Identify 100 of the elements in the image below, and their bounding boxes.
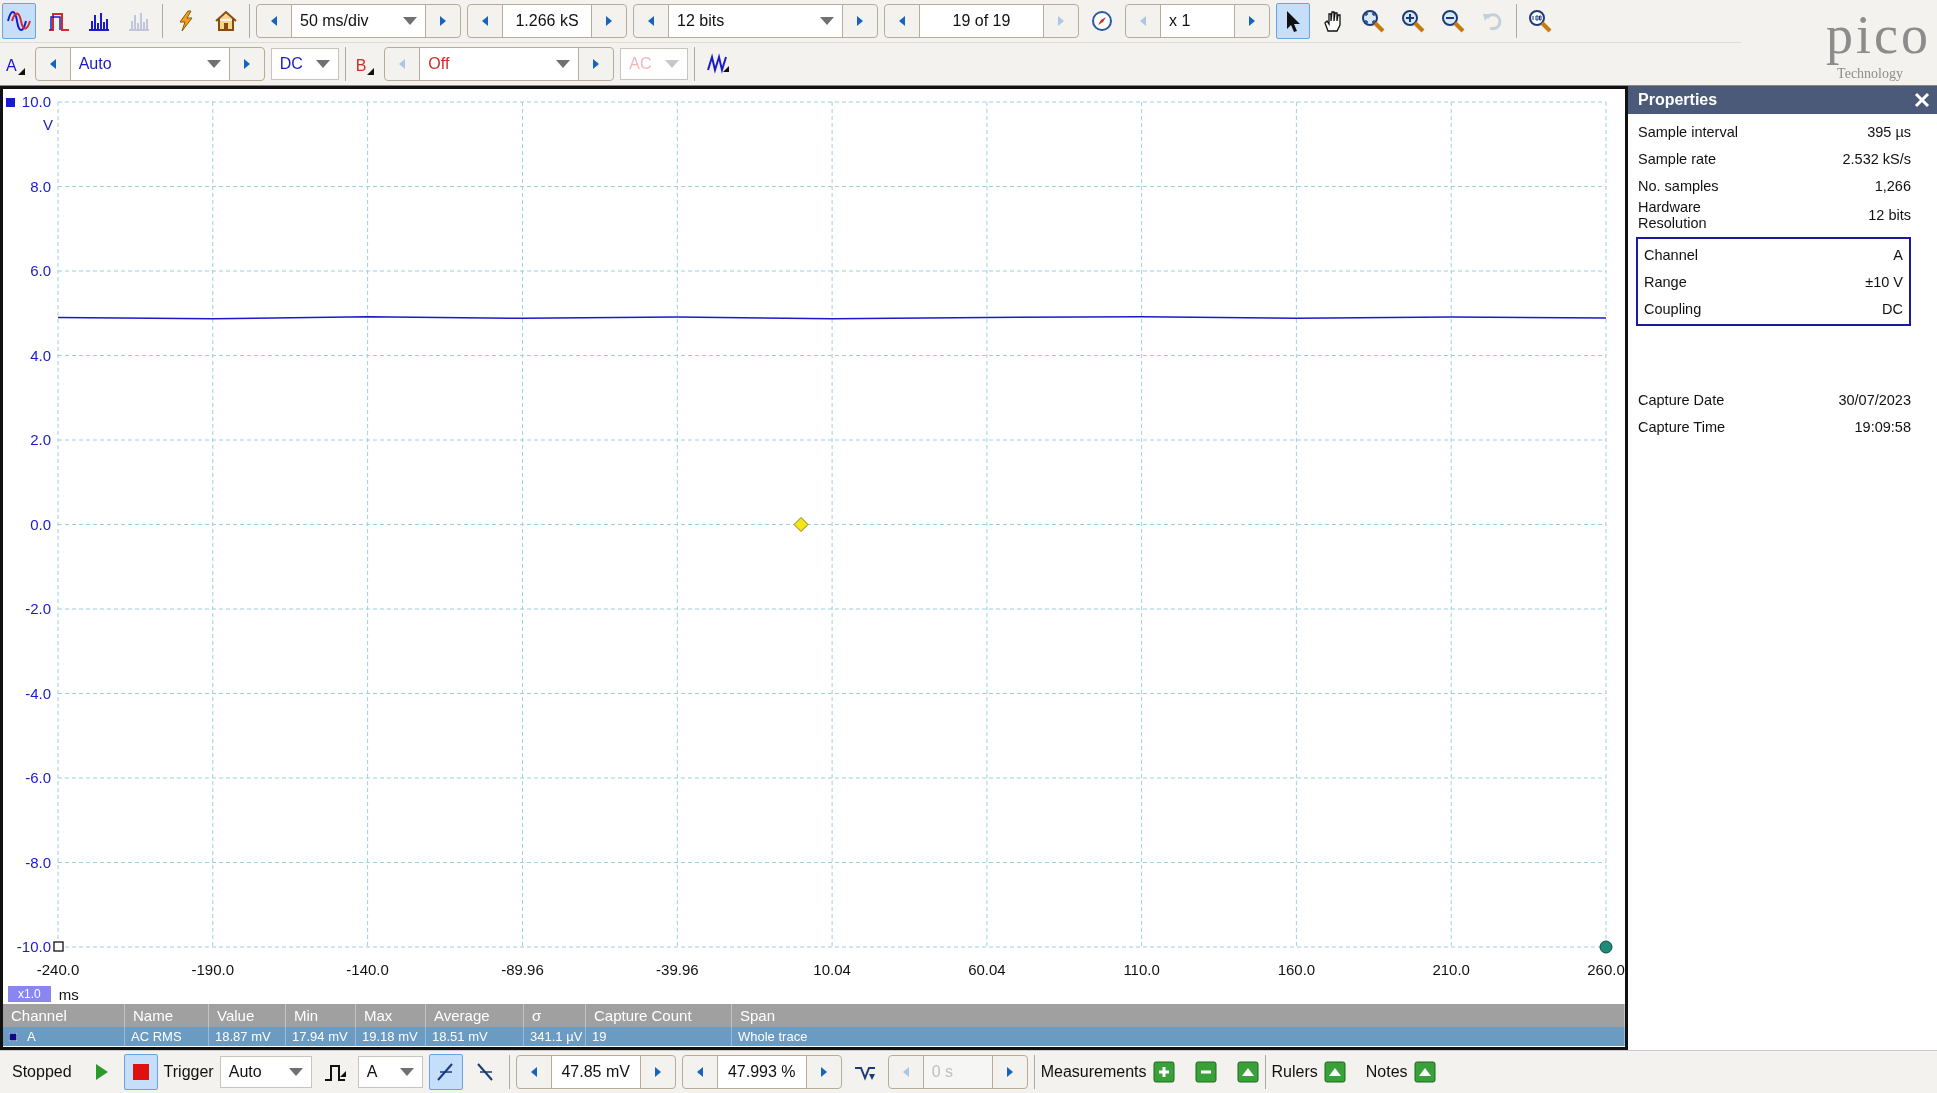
notes-icon [1413, 1061, 1436, 1083]
property-label: Hardware Resolution [1638, 199, 1708, 231]
property-label: Coupling [1644, 300, 1702, 317]
table-cell: 18.87 mV [209, 1027, 286, 1046]
value-field[interactable]: x 1 [1160, 5, 1235, 37]
sine-wave-button[interactable] [2, 3, 36, 39]
column-header: Channel [3, 1004, 125, 1027]
column-header: Value [209, 1004, 286, 1027]
remove-measurement-button[interactable] [1194, 1061, 1217, 1083]
remove-measurement-icon [1194, 1061, 1217, 1083]
panel-title: Properties [1638, 91, 1718, 109]
value-field[interactable]: 19 of 19 [919, 5, 1044, 37]
trigger-marker-icon [793, 517, 809, 532]
y-axis-label: -4.0 [25, 684, 51, 702]
property-label: Sample rate [1638, 150, 1718, 167]
table-cell: 19 [586, 1027, 732, 1046]
logo-tagline: Technology [1837, 65, 1903, 82]
edit-measurement-icon [1236, 1061, 1259, 1083]
property-label: Sample interval [1638, 123, 1739, 140]
x-axis-label: 60.04 [968, 961, 1006, 978]
compass-icon [1090, 9, 1114, 33]
value-field[interactable]: 47.85 mV [550, 1056, 641, 1088]
x-axis-label: 110.0 [1123, 961, 1160, 978]
notes-label: Notes [1365, 1063, 1408, 1081]
pointer-tool-button[interactable] [1276, 3, 1310, 39]
zoom-in-icon [1401, 9, 1425, 33]
x-axis-label: -39.96 [656, 961, 699, 978]
y-axis-label: -6.0 [25, 769, 51, 786]
table-cell: 341.1 µV [524, 1027, 586, 1046]
circle-marker-icon [1599, 940, 1613, 954]
dropdown[interactable]: Auto [219, 1056, 312, 1088]
rulers-label: Rulers [1271, 1063, 1318, 1081]
x-axis-label: 210.0 [1432, 961, 1470, 978]
property-value: A [1893, 246, 1903, 263]
property-label: Capture Time [1638, 418, 1726, 435]
logo-text: pico [1826, 3, 1931, 66]
close-icon [1913, 91, 1931, 109]
add-measurement-button[interactable] [1152, 1061, 1175, 1083]
notes-button[interactable] [1413, 1061, 1436, 1083]
corner-triangle-icon [17, 68, 25, 75]
column-header: Min [286, 1004, 356, 1027]
x-axis-label: -140.0 [346, 961, 389, 978]
caret-icon [820, 17, 834, 25]
table-cell: 18.51 mV [426, 1027, 524, 1046]
property-value: 395 µs [1867, 123, 1911, 140]
property-label: Capture Date [1638, 391, 1725, 408]
marker-icon [53, 941, 64, 952]
column-header: σ [524, 1004, 586, 1027]
add-measurement-icon [1152, 1061, 1175, 1083]
property-label: No. samples [1638, 177, 1720, 194]
measurements-label: Measurements [1040, 1063, 1147, 1081]
dropdown[interactable]: A [357, 1056, 423, 1088]
y-axis-label: 10.0 [21, 93, 51, 110]
channel-button[interactable]: A [2, 47, 29, 81]
column-header: Name [125, 1004, 209, 1027]
channel-color-icon [9, 1032, 17, 1041]
property-value: 30/07/2023 [1838, 391, 1911, 408]
x-axis-label: 160.0 [1277, 961, 1316, 978]
dropdown[interactable]: Off [419, 48, 580, 80]
rulers-icon [1323, 1061, 1346, 1083]
stop-button[interactable] [123, 1054, 158, 1090]
y-axis-label: 0.0 [30, 515, 51, 533]
caret-icon [665, 60, 680, 68]
y-axis-label: 8.0 [30, 177, 51, 195]
y-axis-unit: V [43, 116, 53, 133]
column-header: Capture Count [586, 1004, 732, 1027]
value-field[interactable]: 47.993 % [716, 1056, 807, 1088]
x-axis-label: -89.96 [501, 961, 544, 978]
sine-wave-icon [7, 9, 31, 33]
property-value: 19:09:58 [1854, 418, 1911, 435]
property-label: Channel [1644, 246, 1698, 263]
rulers-button[interactable] [1323, 1061, 1346, 1083]
caret-icon [206, 60, 221, 68]
property-label: Range [1644, 273, 1687, 290]
dropdown[interactable]: DC [270, 48, 339, 80]
close-button[interactable] [1913, 91, 1931, 109]
x-axis-label: 260.0 [1587, 961, 1625, 978]
property-value: 12 bits [1868, 207, 1911, 223]
caret-icon [403, 17, 417, 25]
table-cell: Whole trace [732, 1027, 1625, 1046]
dropdown[interactable]: 50 ms/div [291, 5, 426, 37]
value-field[interactable]: 1.266 kS [502, 5, 592, 37]
property-value: 2.532 kS/s [1842, 150, 1911, 167]
channel-button[interactable]: B [351, 47, 379, 81]
column-header: Span [732, 1004, 1625, 1027]
y-axis-label: 4.0 [30, 346, 51, 364]
y-axis-label: -10.0 [16, 938, 51, 955]
dropdown[interactable]: Auto [69, 48, 230, 80]
dropdown[interactable]: 12 bits [668, 5, 843, 37]
column-header: Average [426, 1004, 524, 1027]
rising-edge-button[interactable] [428, 1054, 463, 1090]
y-axis-label: 6.0 [30, 262, 51, 279]
property-value: DC [1882, 300, 1903, 317]
y-axis-label: -2.0 [25, 600, 51, 617]
x-axis-unit: ms [58, 985, 79, 1003]
table-cell: 19.18 mV [356, 1027, 426, 1046]
corner-triangle-icon [367, 68, 375, 75]
x-axis-label: -190.0 [191, 961, 235, 978]
edit-measurement-button[interactable] [1236, 1061, 1259, 1083]
property-value: ±10 V [1865, 273, 1903, 290]
